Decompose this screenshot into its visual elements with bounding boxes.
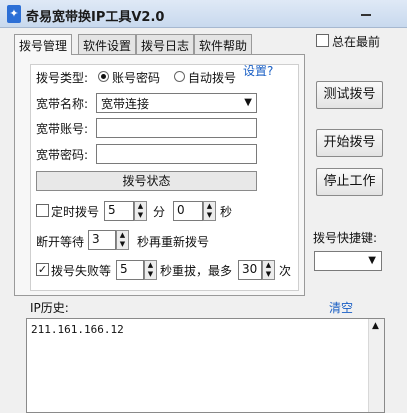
always-on-top-label: 总在最前: [332, 35, 381, 49]
chevron-down-icon: ▼: [368, 255, 376, 266]
start-dial-button[interactable]: 开始拨号: [316, 129, 383, 157]
radio-account-password[interactable]: [98, 71, 109, 82]
history-scrollbar[interactable]: ▲: [368, 319, 384, 412]
app-logo-icon: ✦: [7, 5, 21, 23]
always-on-top-checkbox[interactable]: [316, 34, 329, 47]
clear-history-link[interactable]: 清空: [329, 299, 353, 316]
reconnect-suffix-label: 秒再重新拨号: [137, 235, 210, 249]
tab-dial-log[interactable]: 拨号日志: [136, 34, 195, 54]
broadband-account-label: 宽带账号:: [36, 122, 89, 136]
window-title: 奇易宽带换IP工具V2.0: [26, 10, 165, 25]
broadband-name-value: 宽带连接: [101, 97, 150, 111]
retry-times-input[interactable]: 30: [238, 260, 262, 280]
reconnect-wait-input[interactable]: 3: [88, 230, 116, 250]
stop-work-button[interactable]: 停止工作: [316, 168, 383, 196]
scroll-up-icon[interactable]: ▲: [372, 321, 379, 331]
timed-dial-minutes-spinner[interactable]: ▲ ▼: [134, 201, 147, 221]
reconnect-prefix-label: 断开等待: [36, 235, 85, 249]
ip-history-label: IP历史:: [30, 301, 69, 315]
retry-suffix-label: 次: [279, 264, 292, 278]
timed-dial-label: 定时拨号: [51, 205, 100, 219]
retry-seconds-input[interactable]: 5: [116, 260, 144, 280]
retry-checkbox[interactable]: ✓: [36, 263, 49, 276]
test-dial-button[interactable]: 测试拨号: [316, 81, 383, 109]
broadband-name-select[interactable]: 宽带连接 ▼: [96, 93, 257, 113]
dial-type-label: 拨号类型:: [36, 71, 89, 85]
settings-help-link[interactable]: 设置?: [243, 62, 273, 79]
title-bar: ✦ 奇易宽带换IP工具V2.0: [0, 0, 407, 28]
tab-software-settings[interactable]: 软件设置: [78, 34, 137, 54]
app-window: ✦ 奇易宽带换IP工具V2.0 拨号管理 软件设置 拨号日志 软件帮助 总在最前…: [0, 0, 407, 413]
chevron-down-icon: ▼: [244, 97, 252, 108]
tab-dial-management[interactable]: 拨号管理: [14, 34, 73, 55]
timed-dial-checkbox[interactable]: [36, 204, 49, 217]
retry-seconds-spinner[interactable]: ▲ ▼: [144, 260, 157, 280]
list-item: 211.161.166.12: [31, 323, 124, 336]
ip-history-list[interactable]: 211.161.166.12 ▲: [26, 318, 385, 413]
tab-software-help[interactable]: 软件帮助: [194, 34, 253, 54]
retry-middle-label: 秒重拔，最多: [160, 264, 233, 278]
dial-status-bar: 拨号状态: [36, 171, 257, 191]
seconds-unit-label: 秒: [220, 205, 233, 219]
radio-auto-dial[interactable]: [174, 71, 185, 82]
broadband-account-input[interactable]: [96, 118, 257, 138]
radio-auto-dial-label: 自动拨号: [188, 71, 237, 85]
reconnect-wait-spinner[interactable]: ▲ ▼: [116, 230, 129, 250]
minutes-unit-label: 分: [153, 205, 166, 219]
shortcut-select[interactable]: ▼: [314, 251, 382, 271]
minimize-icon[interactable]: [356, 4, 376, 22]
broadband-name-label: 宽带名称:: [36, 97, 89, 111]
shortcut-label: 拨号快捷键:: [313, 231, 378, 245]
retry-times-spinner[interactable]: ▲ ▼: [262, 260, 275, 280]
timed-dial-seconds-input[interactable]: 0: [173, 201, 203, 221]
retry-label: 拨号失败等: [51, 264, 112, 278]
broadband-password-input[interactable]: [96, 144, 257, 164]
timed-dial-minutes-input[interactable]: 5: [104, 201, 134, 221]
radio-account-password-label: 账号密码: [112, 71, 161, 85]
timed-dial-seconds-spinner[interactable]: ▲ ▼: [203, 201, 216, 221]
broadband-password-label: 宽带密码:: [36, 148, 89, 162]
